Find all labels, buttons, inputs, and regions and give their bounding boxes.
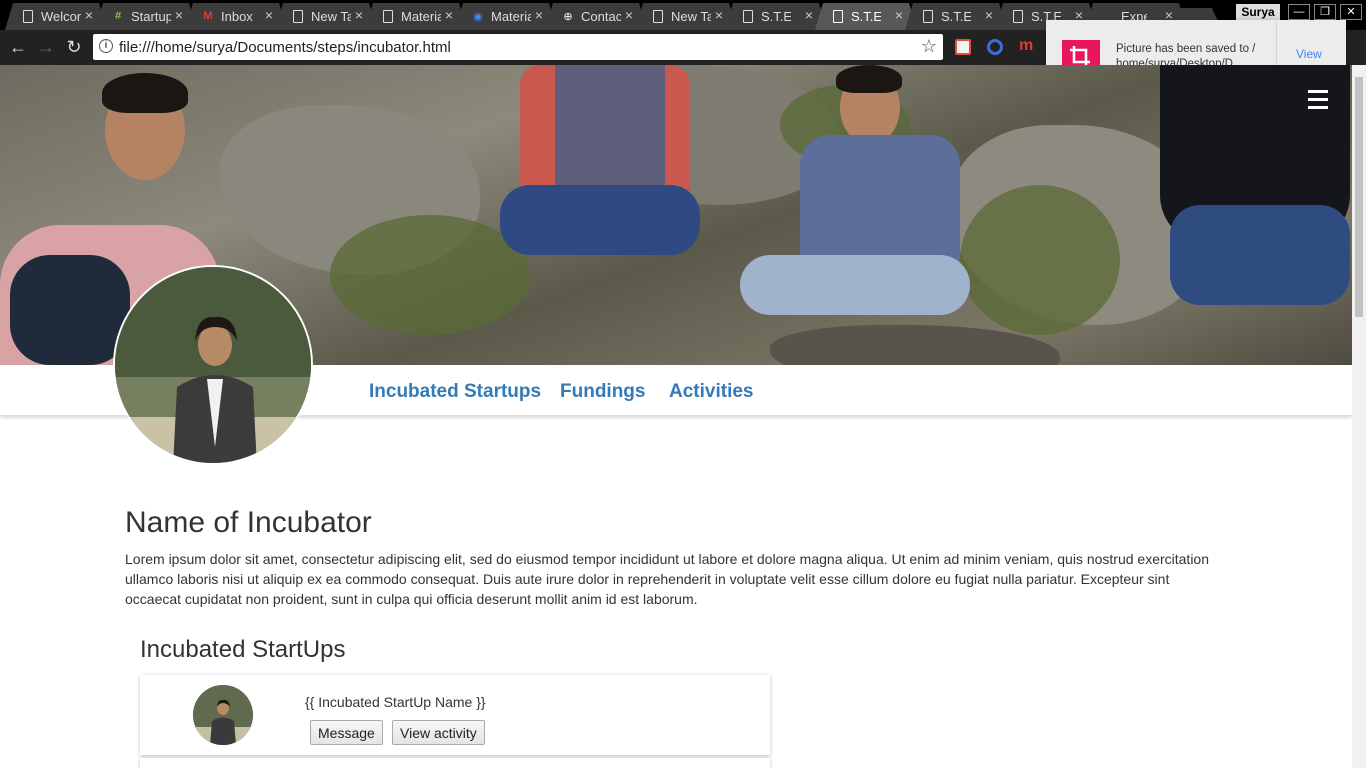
startup-name: {{ Incubated StartUp Name }} [305, 694, 486, 710]
doc-icon [1011, 9, 1025, 23]
doc-icon [291, 9, 305, 23]
window-close-icon[interactable]: ✕ [1340, 4, 1362, 20]
startup-card [140, 758, 770, 768]
tab-title: Contacts [581, 9, 621, 24]
close-icon[interactable]: × [355, 7, 363, 23]
startup-avatar [193, 685, 253, 745]
scrollbar-thumb[interactable] [1355, 77, 1363, 317]
browser-tab[interactable]: New Tab × [635, 3, 737, 30]
tab-title: Welcome [41, 9, 77, 24]
view-activity-button[interactable]: View activity [392, 720, 485, 745]
chrome-icon: ◉ [473, 10, 483, 23]
browser-tab[interactable]: M Inbox × [185, 3, 287, 30]
close-icon[interactable]: × [265, 7, 273, 23]
startup-favicon: # [114, 10, 122, 22]
close-icon[interactable]: × [985, 7, 993, 23]
browser-tab-active[interactable]: S.T.E.P.S × [815, 3, 917, 30]
close-icon[interactable]: × [805, 7, 813, 23]
close-icon[interactable]: × [445, 7, 453, 23]
maximize-icon[interactable]: ❐ [1314, 4, 1336, 20]
message-button[interactable]: Message [310, 720, 383, 745]
info-icon[interactable]: i [99, 39, 113, 53]
close-icon[interactable]: × [175, 7, 183, 23]
nav-incubated-startups[interactable]: Incubated Startups [369, 381, 541, 403]
incubator-description: Lorem ipsum dolor sit amet, consectetur … [125, 551, 1209, 607]
browser-tab[interactable]: # Startups × [95, 3, 197, 30]
doc-icon [381, 9, 395, 23]
close-icon[interactable]: × [85, 7, 93, 23]
close-icon[interactable]: × [895, 7, 903, 23]
tab-title: S.T.E.P.S [941, 9, 971, 24]
profile-button[interactable]: Surya [1236, 4, 1280, 20]
browser-tab[interactable]: Welcome × [5, 3, 107, 30]
close-icon[interactable]: × [535, 7, 543, 23]
doc-icon [921, 9, 935, 23]
tab-title: Inbox [221, 9, 253, 24]
google-contacts-icon: ⊕ [563, 10, 573, 23]
nav-activities[interactable]: Activities [669, 381, 753, 403]
doc-icon [21, 9, 35, 23]
extension-icon[interactable] [987, 39, 1003, 55]
browser-tab[interactable]: ◉ Material × [455, 3, 557, 30]
minimize-icon[interactable]: — [1288, 4, 1310, 20]
menu-icon[interactable] [1308, 90, 1328, 110]
close-icon[interactable]: × [625, 7, 633, 23]
browser-tab[interactable]: ⊕ Contacts × [545, 3, 647, 30]
extension-icon[interactable] [955, 39, 971, 55]
notification-view-button[interactable]: View [1296, 47, 1322, 61]
extension-icon[interactable]: m [1019, 38, 1035, 55]
doc-icon [831, 9, 845, 23]
page-scrollbar[interactable] [1352, 65, 1366, 768]
browser-tab[interactable]: S.T.E.P.S × [725, 3, 827, 30]
tab-title: S.T.E.P.S [761, 9, 791, 24]
bookmark-star-icon[interactable]: ☆ [921, 36, 937, 57]
startup-card: {{ Incubated StartUp Name }} Message Vie… [140, 675, 770, 755]
back-arrow-icon[interactable]: ← [6, 36, 30, 58]
tab-title: Material [401, 9, 441, 24]
reload-icon[interactable]: ↻ [62, 36, 86, 58]
doc-icon [741, 9, 755, 23]
tab-title: Material [491, 9, 531, 24]
url-input[interactable] [119, 37, 909, 57]
tab-title: New Tab [311, 9, 351, 24]
address-bar[interactable]: i ☆ [93, 34, 943, 60]
forward-arrow-icon[interactable]: → [34, 36, 58, 58]
doc-icon [651, 9, 665, 23]
tab-title: S.T.E.P.S [851, 9, 881, 24]
gmail-icon: M [203, 10, 213, 22]
browser-tab[interactable]: Material × [365, 3, 467, 30]
tab-title: Startups [131, 9, 171, 24]
tab-title: New Tab [671, 9, 711, 24]
incubated-startups-heading: Incubated StartUps [140, 636, 346, 663]
page-viewport: Incubated Startups Fundings Activities N… [0, 65, 1352, 768]
profile-avatar [113, 265, 313, 465]
incubator-name: Name of Incubator [125, 506, 372, 539]
browser-tab[interactable]: New Tab × [275, 3, 377, 30]
nav-fundings[interactable]: Fundings [560, 381, 645, 403]
close-icon[interactable]: × [715, 7, 723, 23]
browser-tab[interactable]: S.T.E.P.S × [905, 3, 1007, 30]
